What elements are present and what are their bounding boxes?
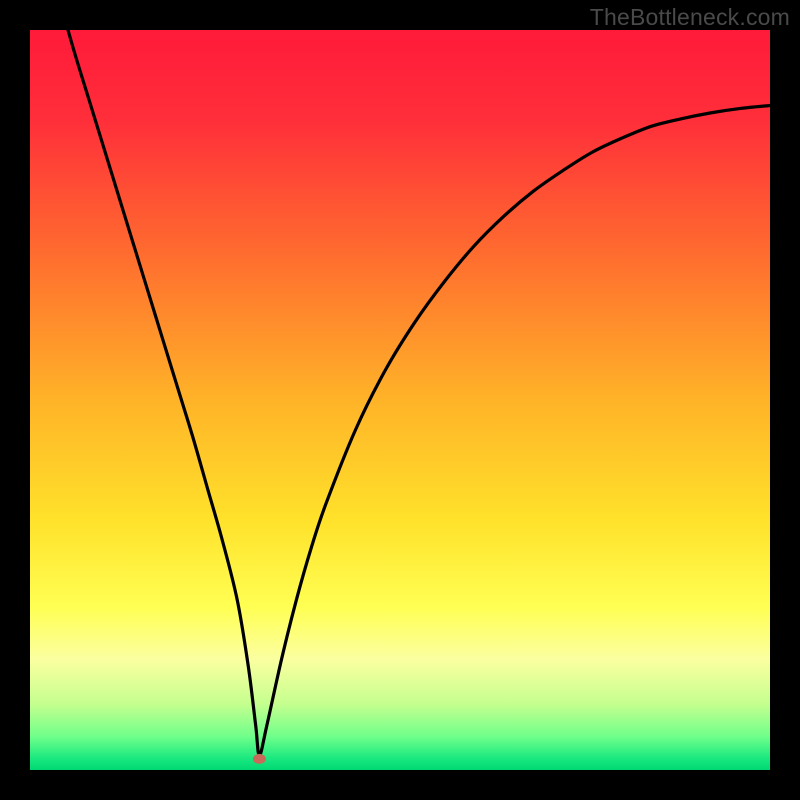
chart-frame: TheBottleneck.com	[0, 0, 800, 800]
optimum-marker-layer	[30, 30, 770, 770]
watermark-text: TheBottleneck.com	[590, 4, 790, 31]
optimum-marker	[253, 754, 265, 763]
plot-area	[30, 30, 770, 770]
